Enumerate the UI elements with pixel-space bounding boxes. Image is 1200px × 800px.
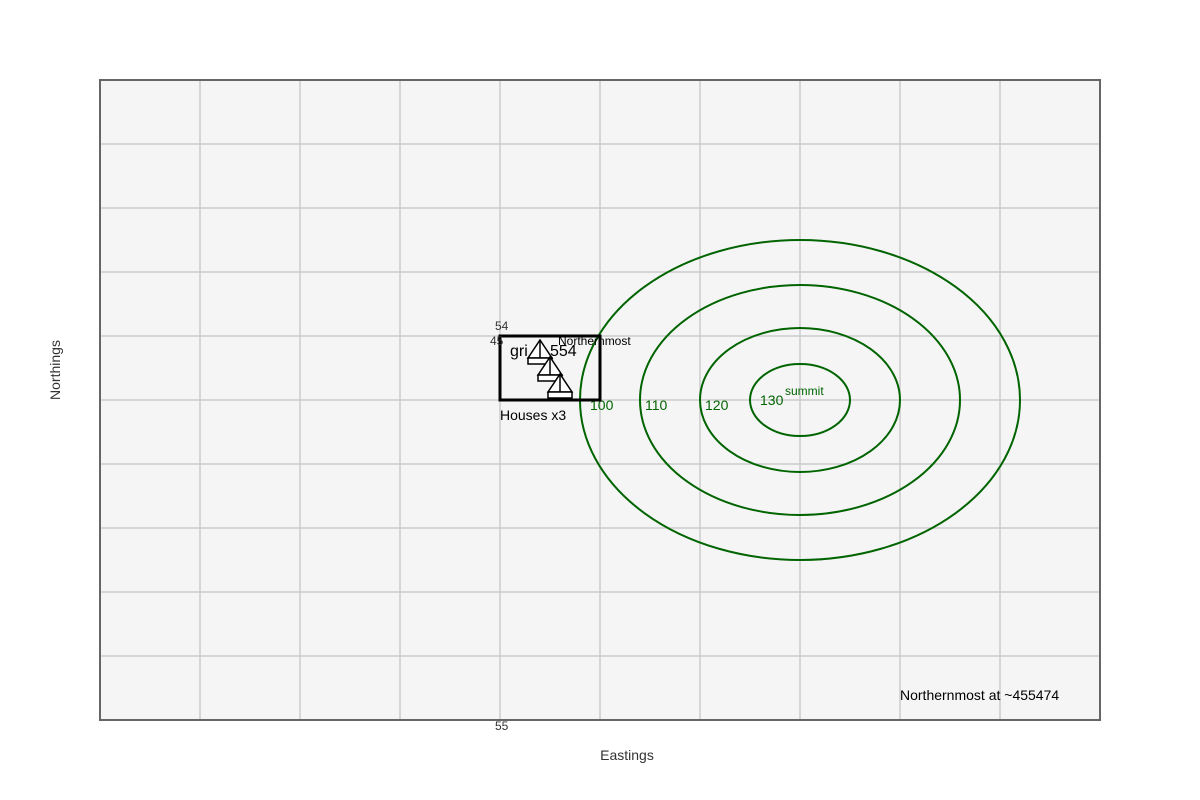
northernmost-note: Northernmost at ~455474 [900,687,1059,703]
x-tick-label: 55 [495,719,509,733]
map-canvas: 100 110 120 130 summit gri 554 Houses x3… [47,79,1101,763]
contour-label-110: 110 [645,397,668,413]
y-axis-title: Northings [47,340,63,400]
grid-square-label-left: gri [510,343,528,360]
contour-label-130: 130 [760,392,784,408]
summit-label: summit [785,384,824,398]
x-axis-title: Eastings [600,747,654,763]
y-tick-label: 45 [490,334,504,348]
settlement-label: Houses x3 [500,407,566,423]
y-tick-label: 54 [495,319,509,333]
contour-label-120: 120 [705,397,729,413]
northernmost-tag: Northernmost [558,334,631,348]
